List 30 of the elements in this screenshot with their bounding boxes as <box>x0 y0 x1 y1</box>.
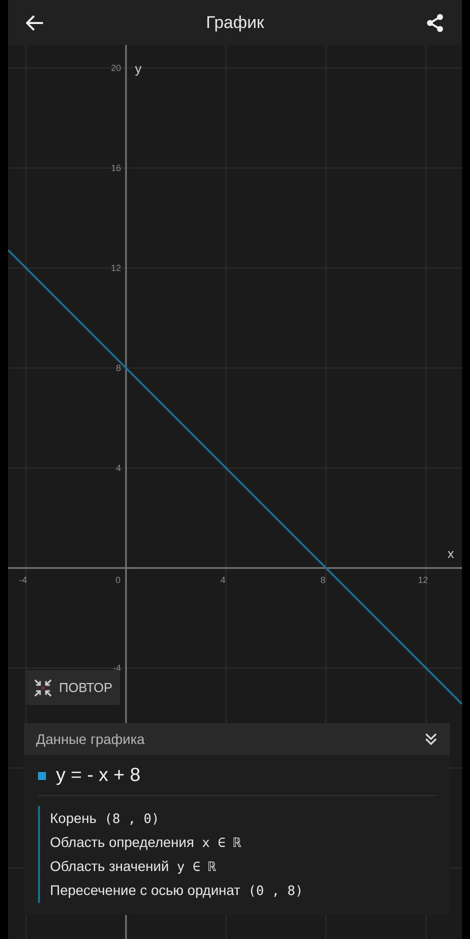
equation: y = - x + 8 <box>56 765 140 787</box>
x-tick-label: 8 <box>320 575 326 585</box>
x-tick-label: 0 <box>116 575 120 585</box>
y-axis-label: y <box>135 61 142 76</box>
x-tick-label: 12 <box>418 575 428 585</box>
replay-button[interactable]: ПОВТОР <box>25 670 120 705</box>
property-value: (8 , 0) <box>104 812 160 827</box>
property-value: (0 , 8) <box>248 884 304 899</box>
property-value: x ∈ ℝ <box>202 836 242 851</box>
y-tick-label: 12 <box>110 263 121 273</box>
property-label: Пересечение с осью ординат <box>50 882 240 898</box>
property-label: Область значений <box>50 858 169 874</box>
x-tick-label: 4 <box>220 575 226 585</box>
y-tick-label: 8 <box>116 363 121 373</box>
y-tick-label: 4 <box>116 463 121 473</box>
y-tick-label: 20 <box>110 63 121 73</box>
collapse-arrows-icon <box>33 678 53 698</box>
panel-title: Данные графика <box>36 731 145 747</box>
double-chevron-icon[interactable] <box>424 732 438 746</box>
x-axis-label: x <box>448 546 454 561</box>
panel-header[interactable]: Данные графика <box>24 723 450 755</box>
back-icon[interactable] <box>26 14 44 30</box>
property-label: Корень <box>50 810 97 826</box>
share-icon[interactable] <box>426 12 444 32</box>
y-tick-label: 16 <box>110 163 121 173</box>
screen-title: График <box>206 12 264 32</box>
x-tick-label: -4 <box>19 575 27 585</box>
property-value: y ∈ ℝ <box>176 860 216 875</box>
property-label: Область определения <box>50 834 194 850</box>
y-tick-label: -4 <box>112 663 121 673</box>
